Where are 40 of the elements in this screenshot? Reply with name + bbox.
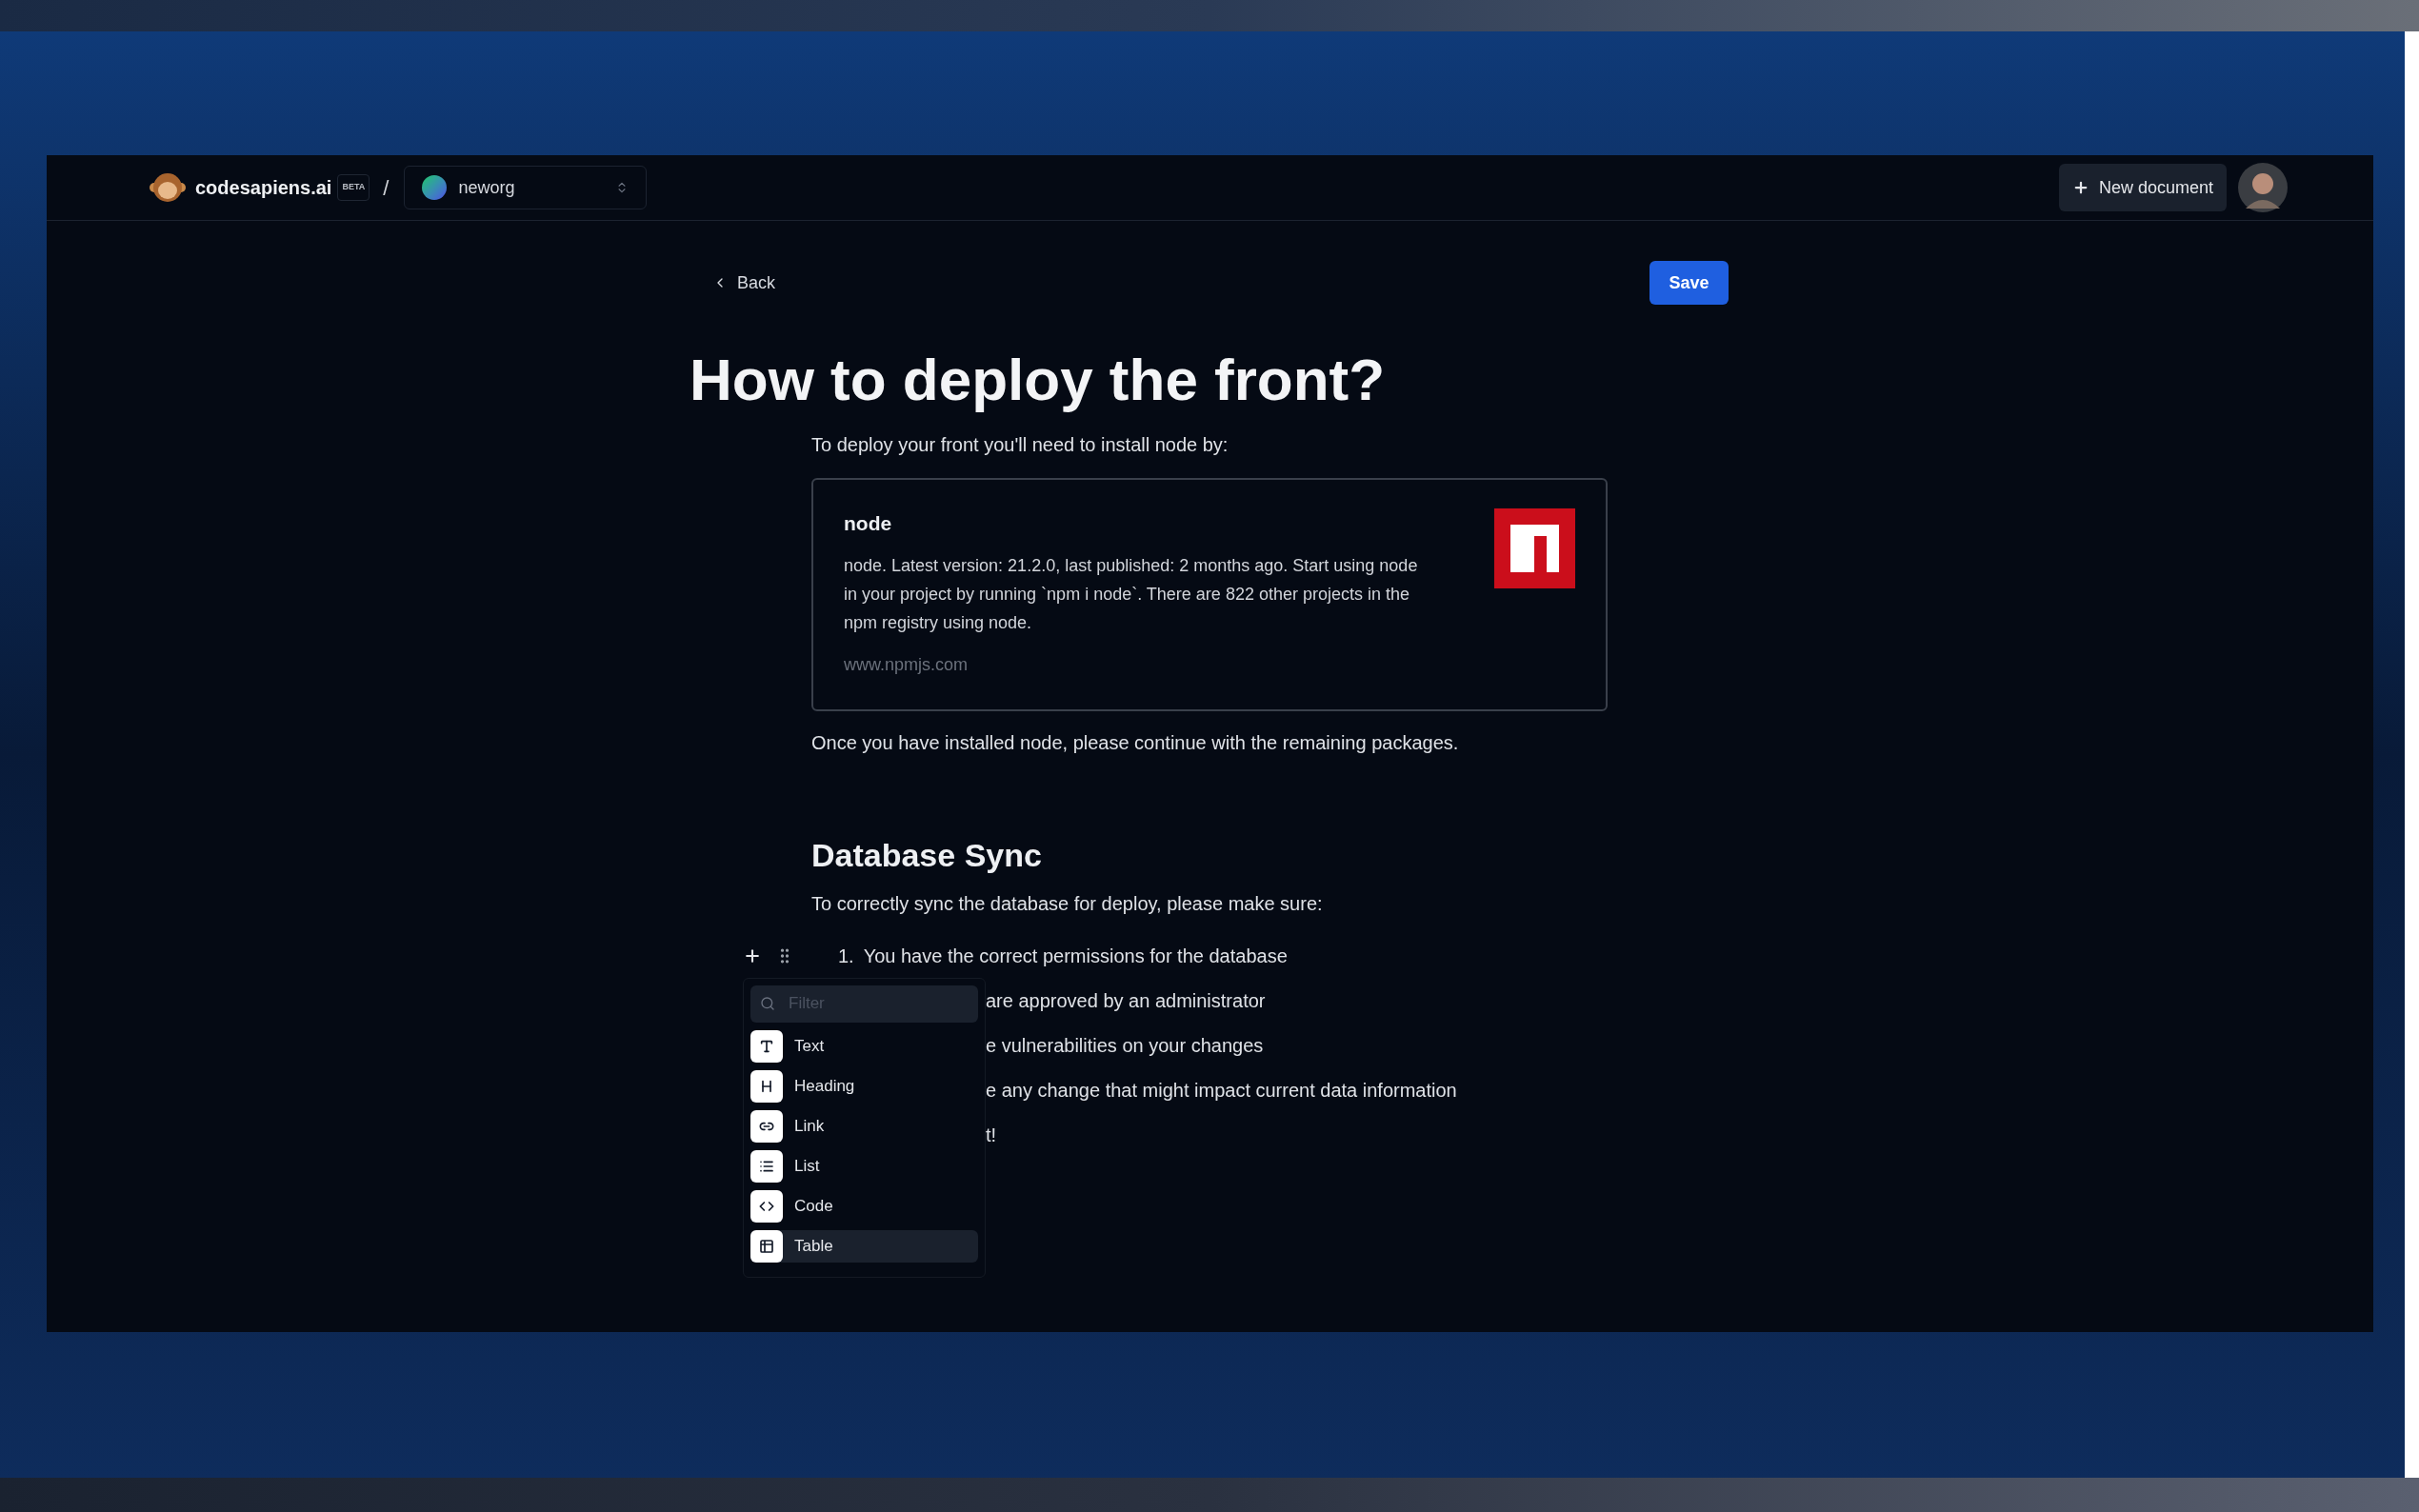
- menu-item[interactable]: List: [750, 1149, 978, 1183]
- menu-item[interactable]: Text: [750, 1029, 978, 1063]
- search-icon: [760, 995, 775, 1011]
- avatar[interactable]: [2238, 163, 2288, 212]
- list-item: You have the correct permissions for the database: [863, 945, 1288, 968]
- menu-item[interactable]: Code: [750, 1189, 978, 1223]
- link-icon: [750, 1109, 783, 1143]
- heading-icon: [750, 1069, 783, 1103]
- beta-tag: BETA: [337, 174, 370, 201]
- table-icon: [750, 1229, 783, 1263]
- document-title: How to deploy the front?: [690, 346, 1387, 414]
- add-block-icon[interactable]: [743, 946, 762, 965]
- menu-item[interactable]: Table: [750, 1229, 978, 1263]
- list-item: are approved by an administrator: [986, 989, 1266, 1013]
- text-icon: [750, 1029, 783, 1063]
- paragraph: To deploy your front you'll need to install node by:: [811, 432, 1229, 457]
- npm-logo-icon: [1494, 507, 1575, 588]
- back-link[interactable]: Back: [712, 269, 776, 296]
- save-button[interactable]: Save: [1649, 261, 1729, 305]
- list-number: 1.: [838, 945, 854, 968]
- logo-icon: [150, 171, 186, 204]
- breadcrumb-separator: /: [383, 174, 390, 202]
- paragraph: Once you have installed node, please continue with the remaining packages.: [811, 730, 1460, 755]
- list-item: e vulnerabilities on your changes: [986, 1034, 1264, 1058]
- card-title: node: [844, 510, 893, 536]
- paragraph: To correctly sync the database for deploy, please make sure:: [811, 891, 1324, 916]
- code-icon: [750, 1189, 783, 1223]
- list-item: t!: [986, 1124, 997, 1147]
- org-avatar-icon: [422, 175, 448, 200]
- menu-item[interactable]: Heading: [750, 1069, 978, 1103]
- card-url: www.npmjs.com: [844, 654, 970, 676]
- section-heading: Database Sync: [811, 835, 1043, 875]
- link-preview-card[interactable]: node node. Latest version: 21.2.0, last published: 2 months ago. Start using node in your project by running `npm i node`. There are 822 other projects in the npm registry using node. www.npmjs.com: [811, 477, 1608, 711]
- card-description: node. Latest version: 21.2.0, last published: 2 months ago. Start using node in your project by running `npm i node`. There are 822 other projects in the npm registry using node.: [844, 555, 1419, 634]
- brand-name: codesapiens.ai: [195, 176, 332, 200]
- org-selector[interactable]: neworg: [404, 166, 648, 209]
- list-item: e any change that might impact current data information: [986, 1079, 1457, 1103]
- menu-item[interactable]: Link: [750, 1109, 978, 1143]
- new-document-button[interactable]: New document: [2058, 164, 2227, 211]
- list-icon: [750, 1149, 783, 1183]
